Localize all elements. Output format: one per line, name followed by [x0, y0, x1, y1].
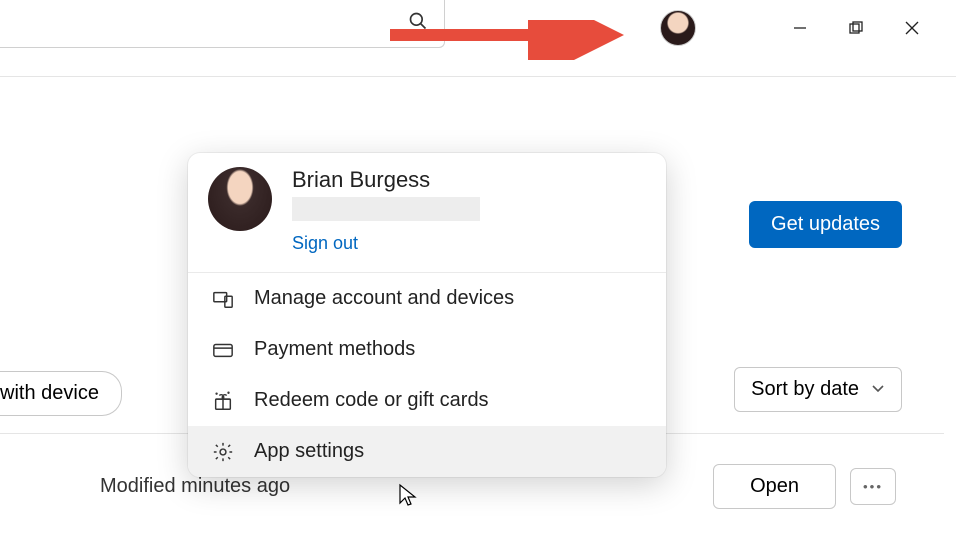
- search-icon: [408, 11, 428, 36]
- minimize-button[interactable]: [788, 16, 812, 40]
- sign-out-link[interactable]: Sign out: [292, 233, 480, 254]
- menu-item-app-settings[interactable]: App settings: [188, 426, 666, 477]
- user-name: Brian Burgess: [292, 167, 480, 193]
- flyout-header: Brian Burgess Sign out: [188, 153, 666, 273]
- card-icon: [212, 339, 234, 361]
- maximize-button[interactable]: [844, 16, 868, 40]
- gift-icon: [212, 390, 234, 412]
- close-button[interactable]: [900, 16, 924, 40]
- user-email-redacted: [292, 197, 480, 221]
- menu-item-redeem[interactable]: Redeem code or gift cards: [188, 375, 666, 426]
- profile-flyout: Brian Burgess Sign out Manage account an…: [188, 153, 666, 477]
- sort-label: Sort by date: [751, 378, 859, 401]
- menu-item-payment[interactable]: Payment methods: [188, 324, 666, 375]
- profile-avatar-button[interactable]: [660, 10, 696, 46]
- with-device-filter[interactable]: with device: [0, 371, 122, 416]
- menu-item-label: Redeem code or gift cards: [254, 389, 489, 412]
- search-box[interactable]: [0, 0, 445, 48]
- sort-dropdown[interactable]: Sort by date: [734, 367, 902, 412]
- window-controls: [788, 16, 924, 40]
- chevron-down-icon: [871, 378, 885, 401]
- menu-item-label: Payment methods: [254, 338, 415, 361]
- menu-item-label: Manage account and devices: [254, 287, 514, 310]
- more-button[interactable]: •••: [850, 468, 896, 505]
- modified-status: Modified minutes ago: [100, 475, 290, 498]
- open-button[interactable]: Open: [713, 464, 836, 509]
- content-area: Get updates with device Sort by date Mod…: [0, 77, 956, 537]
- menu-item-label: App settings: [254, 440, 364, 463]
- titlebar: [0, 0, 956, 56]
- gear-icon: [212, 441, 234, 463]
- get-updates-button[interactable]: Get updates: [749, 201, 902, 248]
- devices-icon: [212, 288, 234, 310]
- menu-item-manage-account[interactable]: Manage account and devices: [188, 273, 666, 324]
- profile-avatar-large: [208, 167, 272, 231]
